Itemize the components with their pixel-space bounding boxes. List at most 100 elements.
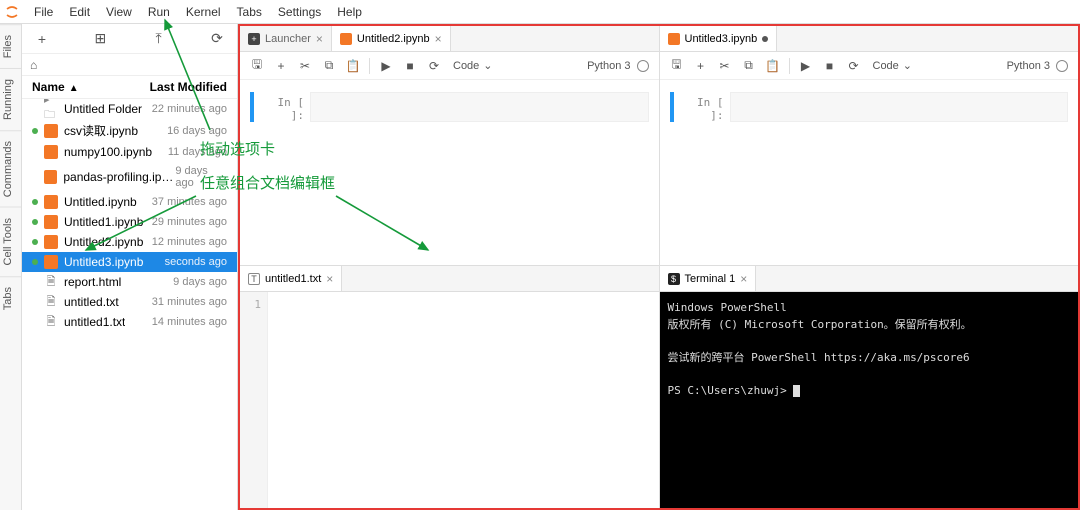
restart-button[interactable]: ⟳: [423, 59, 445, 73]
file-name: untitled1.txt: [64, 315, 125, 329]
run-button[interactable]: ▶: [375, 59, 397, 73]
kernel-name[interactable]: Python 3: [1007, 60, 1050, 72]
notebook-toolbar: 🖫+✂⧉📋 ▶■⟳Code⌄ Python 3: [660, 52, 1079, 80]
insert-cell-button[interactable]: +: [690, 59, 712, 73]
file-row[interactable]: numpy100.ipynb11 days ago: [22, 142, 237, 162]
launcher-icon: +: [248, 33, 260, 45]
menu-view[interactable]: View: [98, 5, 140, 19]
file-modified: 14 minutes ago: [152, 316, 227, 328]
tab[interactable]: Untitled3.ipynb: [660, 26, 778, 51]
close-icon[interactable]: ×: [316, 32, 323, 46]
file-row[interactable]: csv读取.ipynb16 days ago: [22, 119, 237, 142]
file-name: Untitled Folder: [64, 102, 142, 116]
nb-icon: [44, 255, 58, 269]
close-icon[interactable]: ×: [326, 272, 333, 286]
close-icon[interactable]: ×: [740, 272, 747, 286]
cell-type-select[interactable]: Code⌄: [447, 59, 499, 72]
cell-collapser[interactable]: [670, 92, 674, 122]
kernel-name[interactable]: Python 3: [587, 60, 630, 72]
upload-button[interactable]: ⤒: [145, 30, 173, 47]
file-modified: 37 minutes ago: [152, 196, 227, 208]
restart-button[interactable]: ⟳: [843, 59, 865, 73]
left-tab-running[interactable]: Running: [0, 68, 21, 130]
tab[interactable]: $Terminal 1×: [660, 266, 757, 291]
cut-button[interactable]: ✂: [294, 59, 316, 73]
name-column-header[interactable]: Name▲: [32, 80, 79, 94]
modified-column-header[interactable]: Last Modified: [150, 80, 227, 94]
refresh-button[interactable]: ⟳: [203, 30, 231, 47]
file-row[interactable]: Untitled1.ipynb29 minutes ago: [22, 212, 237, 232]
running-dot-icon: [32, 219, 38, 225]
pane-bottom-right: $Terminal 1×Windows PowerShell 版权所有 (C) …: [660, 266, 1079, 508]
save-button[interactable]: 🖫: [246, 55, 268, 76]
file-name: pandas-profiling.ipynb: [63, 170, 175, 184]
file-modified: 12 minutes ago: [152, 236, 227, 248]
save-button[interactable]: 🖫: [666, 55, 688, 76]
tab[interactable]: Tuntitled1.txt×: [240, 266, 342, 291]
file-row[interactable]: Untitled2.ipynb12 minutes ago: [22, 232, 237, 252]
left-tab-strip: FilesRunningCommandsCell ToolsTabs: [0, 24, 22, 510]
run-button[interactable]: ▶: [795, 59, 817, 73]
kernel-status-icon: [1056, 60, 1068, 72]
file-name: report.html: [64, 275, 121, 289]
file-modified: 9 days ago: [173, 276, 227, 288]
file-row[interactable]: Untitled.ipynb37 minutes ago: [22, 192, 237, 212]
notebook-icon: [340, 33, 352, 45]
close-icon[interactable]: ×: [435, 32, 442, 46]
notebook-icon: [668, 33, 680, 45]
cell-prompt: In [ ]:: [260, 92, 310, 122]
file-row[interactable]: 🗎untitled1.txt14 minutes ago: [22, 312, 237, 332]
stop-button[interactable]: ■: [819, 59, 841, 73]
left-tab-cell-tools[interactable]: Cell Tools: [0, 207, 21, 276]
left-tab-commands[interactable]: Commands: [0, 130, 21, 207]
menu-run[interactable]: Run: [140, 5, 178, 19]
stop-button[interactable]: ■: [399, 59, 421, 73]
running-dot-icon: [32, 199, 38, 205]
copy-button[interactable]: ⧉: [738, 58, 760, 73]
paste-button[interactable]: 📋: [342, 59, 364, 73]
menu-help[interactable]: Help: [329, 5, 370, 19]
file-row[interactable]: 🗎untitled.txt31 minutes ago: [22, 292, 237, 312]
running-dot-icon: [32, 259, 38, 265]
file-row[interactable]: Untitled3.ipynbseconds ago: [22, 252, 237, 272]
terminal[interactable]: Windows PowerShell 版权所有 (C) Microsoft Co…: [660, 292, 1079, 508]
menu-file[interactable]: File: [26, 5, 61, 19]
new-folder-button[interactable]: ⊞: [86, 30, 114, 47]
tab[interactable]: Untitled2.ipynb×: [332, 26, 451, 51]
file-browser-toolbar: + ⊞ ⤒ ⟳: [22, 24, 237, 54]
insert-cell-button[interactable]: +: [270, 59, 292, 73]
code-cell[interactable]: In [ ]:: [250, 92, 649, 122]
code-cell[interactable]: In [ ]:: [670, 92, 1069, 122]
pane-top-left: +Launcher×Untitled2.ipynb×🖫+✂⧉📋▶■⟳Code⌄P…: [240, 26, 660, 265]
file-row[interactable]: 🗎 report.html 9 days ago: [22, 272, 237, 292]
file-row[interactable]: ▸🗀Untitled Folder22 minutes ago: [22, 99, 237, 119]
cell-input[interactable]: [310, 92, 649, 122]
menu-edit[interactable]: Edit: [61, 5, 98, 19]
menu-kernel[interactable]: Kernel: [178, 5, 229, 19]
menu-settings[interactable]: Settings: [270, 5, 329, 19]
terminal-cursor: [793, 385, 800, 397]
tab-label: untitled1.txt: [265, 273, 321, 285]
breadcrumb[interactable]: ⌂: [22, 54, 237, 76]
cell-type-select[interactable]: Code⌄: [867, 59, 919, 72]
file-name: numpy100.ipynb: [64, 145, 152, 159]
tab-bar: +Launcher×Untitled2.ipynb×: [240, 26, 659, 52]
cut-button[interactable]: ✂: [714, 59, 736, 73]
cell-input[interactable]: [730, 92, 1069, 122]
chevron-down-icon: ⌄: [483, 59, 492, 72]
text-editor[interactable]: 1: [240, 292, 659, 508]
paste-button[interactable]: 📋: [762, 59, 784, 73]
left-tab-files[interactable]: Files: [0, 24, 21, 68]
tab[interactable]: + Launcher ×: [240, 26, 332, 51]
menu-tabs[interactable]: Tabs: [229, 5, 270, 19]
file-icon: 🗎: [44, 275, 58, 289]
file-modified: 9 days ago: [175, 165, 227, 189]
cell-collapser[interactable]: [250, 92, 254, 122]
left-tab-tabs[interactable]: Tabs: [0, 276, 21, 320]
file-row[interactable]: pandas-profiling.ipynb9 days ago: [22, 162, 237, 192]
new-launcher-button[interactable]: +: [28, 31, 56, 47]
tab-label: Launcher: [265, 33, 311, 45]
folder-icon: ▸🗀: [44, 102, 58, 116]
copy-button[interactable]: ⧉: [318, 58, 340, 73]
pane-top-right: Untitled3.ipynb 🖫+✂⧉📋 ▶■⟳Code⌄ Python 3 In […: [660, 26, 1079, 265]
